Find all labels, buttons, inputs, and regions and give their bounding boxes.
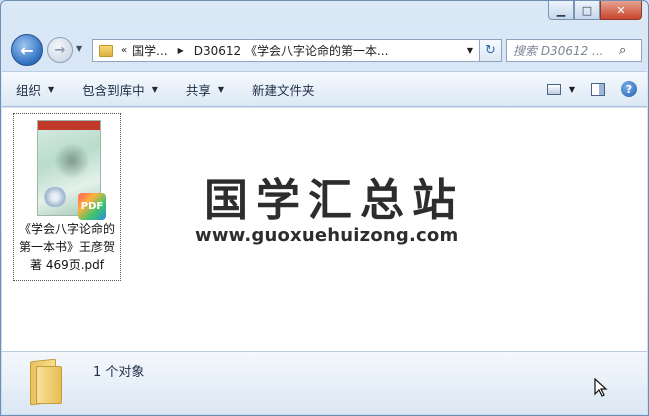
navigation-bar: ← → ▼ « 国学... ▶ D30612 《学会八字论命的第一本... ▼ …	[9, 34, 642, 66]
forward-arrow-icon: →	[54, 42, 66, 58]
chevron-down-icon: ▼	[568, 84, 575, 94]
watermark-url: www.guoxuehuizong.com	[195, 225, 459, 246]
chevron-down-icon: ▼	[217, 84, 225, 94]
file-name-line: 《学会八字论命的	[18, 222, 115, 236]
overflow-chevron[interactable]: «	[121, 45, 127, 56]
address-dropdown-icon[interactable]: ▼	[467, 46, 473, 55]
forward-button[interactable]: →	[47, 37, 73, 63]
command-bar: 组织 ▼ 包含到库中 ▼ 共享 ▼ 新建文件夹 ▼ ?	[2, 71, 647, 107]
change-view-button[interactable]: ▼	[546, 83, 575, 95]
chevron-down-icon: ▼	[48, 84, 55, 94]
organize-label: 组织	[16, 82, 42, 98]
chevron-down-icon: ▼	[151, 84, 158, 94]
folder-icon	[28, 358, 62, 406]
share-button[interactable]: 共享 ▼	[172, 72, 238, 106]
recent-pages-dropdown[interactable]: ▼	[76, 44, 82, 53]
caption-buttons: ▁ □ ✕	[548, 1, 642, 21]
search-icon[interactable]: ⌕	[619, 43, 626, 58]
details-pane: 1 个对象	[2, 351, 647, 414]
file-name-line: 著 469页.pdf	[30, 258, 104, 272]
cover-red-band	[38, 121, 100, 130]
new-folder-button[interactable]: 新建文件夹	[238, 72, 329, 106]
refresh-icon: ↻	[485, 43, 496, 58]
toolbar-right-group: ▼ ?	[546, 72, 637, 106]
watermark-title: 国学汇总站	[204, 175, 464, 226]
search-input[interactable]	[507, 43, 617, 58]
folder-icon	[99, 44, 113, 57]
back-button[interactable]: ←	[11, 34, 43, 66]
pdf-icon: PDF	[78, 193, 106, 220]
breadcrumb-arrow-icon[interactable]: ▶	[178, 46, 184, 55]
refresh-button[interactable]: ↻	[480, 39, 502, 62]
file-name-label: 《学会八字论命的 第一本书》王彦贺 著 469页.pdf	[14, 220, 120, 274]
breadcrumb-item-current[interactable]: D30612 《学会八字论命的第一本...	[194, 42, 389, 59]
maximize-button[interactable]: □	[574, 1, 600, 20]
item-count: 1 个对象	[93, 365, 145, 380]
share-label: 共享	[185, 82, 211, 98]
minimize-button[interactable]: ▁	[548, 1, 574, 20]
back-arrow-icon: ←	[20, 40, 34, 60]
file-list-area[interactable]: PDF 《学会八字论命的 第一本书》王彦贺 著 469页.pdf 国学汇总站 w…	[2, 108, 647, 351]
preview-pane-icon[interactable]	[591, 82, 605, 96]
address-bar[interactable]: « 国学... ▶ D30612 《学会八字论命的第一本... ▼	[92, 39, 480, 62]
file-item-pdf[interactable]: PDF 《学会八字论命的 第一本书》王彦贺 著 469页.pdf	[13, 113, 121, 281]
new-folder-label: 新建文件夹	[252, 82, 315, 98]
cover-calligraphy	[50, 141, 90, 185]
view-icon	[546, 83, 561, 95]
explorer-window: ▁ □ ✕ ← → ▼ « 国学... ▶ D30612 《学会八字论命的第一本…	[0, 0, 649, 416]
folder-front	[36, 366, 62, 404]
organize-button[interactable]: 组织 ▼	[2, 72, 68, 106]
include-in-library-label: 包含到库中	[82, 82, 145, 98]
cover-flower	[42, 187, 68, 207]
help-icon[interactable]: ?	[621, 81, 637, 97]
breadcrumb-item[interactable]: 国学...	[132, 42, 167, 59]
close-button[interactable]: ✕	[600, 1, 642, 20]
file-name-line: 第一本书》王彦贺	[18, 240, 115, 254]
search-box[interactable]: ⌕	[506, 39, 642, 62]
include-in-library-button[interactable]: 包含到库中 ▼	[68, 72, 172, 106]
